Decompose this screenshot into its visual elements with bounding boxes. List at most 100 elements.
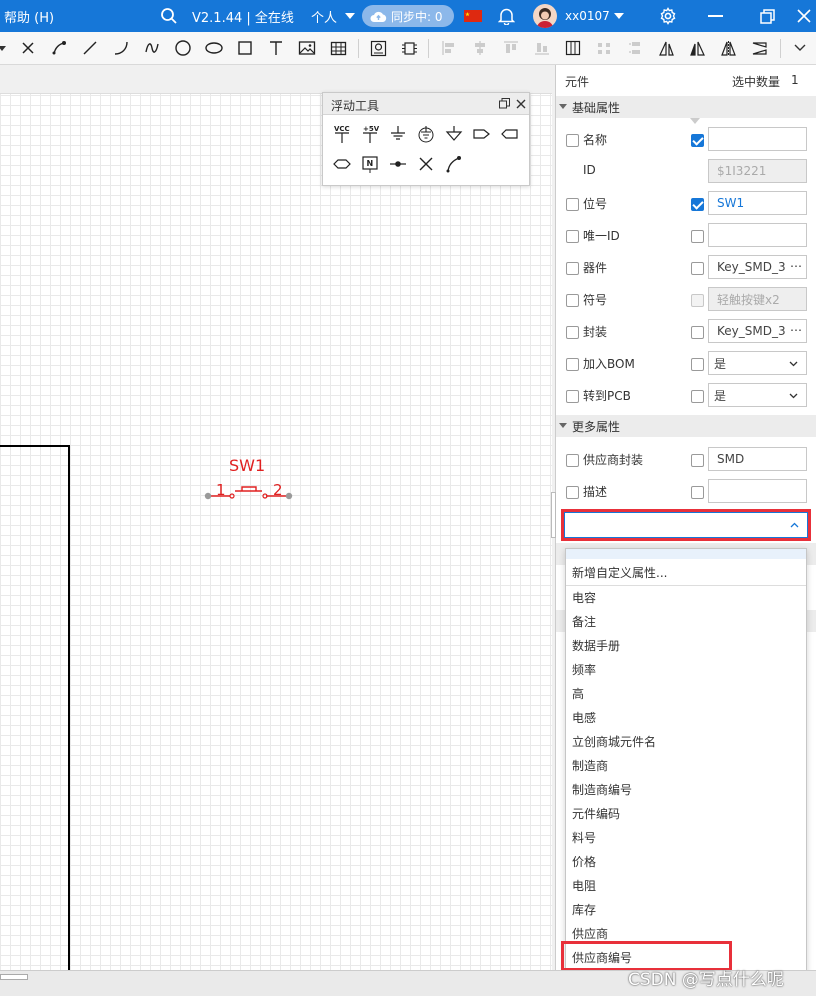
minimize-icon[interactable] (708, 0, 723, 32)
designator-show-checkbox[interactable] (691, 198, 704, 211)
net-flag-icon[interactable]: N (358, 153, 382, 175)
symbol-visible-checkbox[interactable] (566, 294, 579, 307)
floating-tools-header[interactable]: 浮动工具 (323, 93, 529, 115)
name-input[interactable] (708, 127, 807, 151)
component-designator[interactable]: SW1 (229, 456, 265, 475)
dropdown-option[interactable]: 电容 (572, 586, 596, 610)
device-visible-checkbox[interactable] (566, 262, 579, 275)
circle-icon[interactable] (171, 37, 195, 59)
to-pcb-visible-checkbox[interactable] (566, 390, 579, 403)
add-custom-property-option[interactable]: 新增自定义属性... (572, 561, 667, 585)
close-icon[interactable] (796, 0, 812, 32)
workspace-select[interactable]: 个人 (311, 0, 356, 32)
restore-icon[interactable] (499, 98, 510, 112)
dropdown-option[interactable]: 频率 (572, 658, 596, 682)
unique-id-input[interactable] (708, 223, 807, 247)
dropdown-option[interactable]: 元件编码 (572, 802, 620, 826)
unique-id-show-checkbox[interactable] (691, 230, 704, 243)
bidirectional-port-icon[interactable] (330, 153, 354, 175)
description-show-checkbox[interactable] (691, 486, 704, 499)
supplier-footprint-input[interactable]: SMD (708, 447, 807, 471)
align-bottom-icon[interactable] (530, 37, 554, 59)
line-icon[interactable] (78, 37, 102, 59)
dropdown-option[interactable]: 料号 (572, 826, 596, 850)
earth-ground-icon[interactable] (414, 123, 438, 145)
restore-icon[interactable] (760, 0, 775, 32)
signal-ground-icon[interactable] (442, 123, 466, 145)
help-menu[interactable]: 帮助 (H) (4, 0, 54, 32)
probe-icon[interactable] (366, 37, 390, 59)
chevron-down-icon[interactable] (788, 37, 812, 59)
rotate-right-icon[interactable] (685, 37, 709, 59)
dropdown-option[interactable]: 高 (572, 682, 584, 706)
ground-icon[interactable] (386, 123, 410, 145)
footprint-visible-checkbox[interactable] (566, 326, 579, 339)
no-connect-icon[interactable] (414, 153, 438, 175)
sync-status-button[interactable]: 同步中: 0 (362, 5, 454, 27)
dropdown-option[interactable]: 数据手册 (572, 634, 620, 658)
dropdown-option[interactable]: 库存 (572, 898, 596, 922)
close-icon[interactable] (516, 98, 526, 112)
dropdown-option[interactable]: 制造商编号 (572, 778, 632, 802)
junction-icon[interactable] (386, 153, 410, 175)
flip-vertical-icon[interactable] (747, 37, 771, 59)
username-label[interactable]: xx0107 (565, 0, 610, 32)
text-icon[interactable] (264, 37, 288, 59)
gear-icon[interactable] (659, 0, 677, 32)
rectangle-icon[interactable] (233, 37, 257, 59)
custom-property-dropdown[interactable]: 新增自定义属性... 电容 备注 数据手册 频率高电感 立创商城元件名 制造商 制造商编号元… (565, 548, 807, 989)
bezier-icon[interactable] (140, 37, 164, 59)
more-options-icon[interactable]: ⋯ (790, 259, 802, 273)
table-icon[interactable] (326, 37, 350, 59)
bell-icon[interactable] (498, 0, 515, 32)
add-bom-visible-checkbox[interactable] (566, 358, 579, 371)
schematic-canvas[interactable]: SW1 1 2 (0, 65, 552, 970)
wire-icon[interactable] (47, 37, 71, 59)
avatar[interactable] (533, 4, 557, 28)
language-flag-icon[interactable] (464, 0, 482, 32)
panel-collapse-handle[interactable] (551, 492, 556, 538)
horizontal-scrollbar-thumb[interactable] (0, 974, 28, 980)
name-visible-checkbox[interactable] (566, 134, 579, 147)
dropdown-option[interactable]: 备注 (572, 610, 596, 634)
designator-visible-checkbox[interactable] (566, 198, 579, 211)
dropdown-option[interactable]: 价格 (572, 850, 596, 874)
flip-horizontal-icon[interactable] (716, 37, 740, 59)
search-icon[interactable] (160, 0, 178, 32)
distribute-vertical-icon[interactable] (623, 37, 647, 59)
distribute-horizontal-icon[interactable] (592, 37, 616, 59)
dropdown-option[interactable]: 立创商城元件名 (572, 730, 656, 754)
vcc-icon[interactable]: VCC (330, 123, 354, 145)
component-settings-icon[interactable] (397, 37, 421, 59)
device-show-checkbox[interactable] (691, 262, 704, 275)
add-bom-show-checkbox[interactable] (691, 358, 704, 371)
image-icon[interactable] (295, 37, 319, 59)
footprint-show-checkbox[interactable] (691, 326, 704, 339)
unique-id-visible-checkbox[interactable] (566, 230, 579, 243)
align-left-icon[interactable] (437, 37, 461, 59)
rotate-left-icon[interactable] (654, 37, 678, 59)
section-basic-properties[interactable]: 基础属性 (556, 96, 816, 118)
description-visible-checkbox[interactable] (566, 486, 579, 499)
floating-tools-panel[interactable]: 浮动工具 VCC +5V N (322, 92, 530, 186)
grid-align-icon[interactable] (561, 37, 585, 59)
dropdown-option[interactable]: 电感 (572, 706, 596, 730)
align-top-icon[interactable] (499, 37, 523, 59)
wire-icon[interactable] (442, 153, 466, 175)
plus-5v-icon[interactable]: +5V (358, 123, 382, 145)
no-connect-icon[interactable] (16, 37, 40, 59)
align-center-icon[interactable] (468, 37, 492, 59)
caret-down-icon[interactable] (0, 37, 10, 59)
supplier-footprint-visible-checkbox[interactable] (566, 454, 579, 467)
more-options-icon[interactable]: ⋯ (790, 323, 802, 337)
arc-icon[interactable] (109, 37, 133, 59)
dropdown-option[interactable]: 电阻 (572, 874, 596, 898)
net-port-icon[interactable] (470, 123, 494, 145)
net-label-icon[interactable] (498, 123, 522, 145)
dropdown-option[interactable]: 制造商 (572, 754, 608, 778)
supplier-footprint-show-checkbox[interactable] (691, 454, 704, 467)
ellipse-icon[interactable] (202, 37, 226, 59)
designator-input[interactable]: SW1 (708, 191, 807, 215)
to-pcb-show-checkbox[interactable] (691, 390, 704, 403)
name-show-checkbox[interactable] (691, 134, 704, 147)
